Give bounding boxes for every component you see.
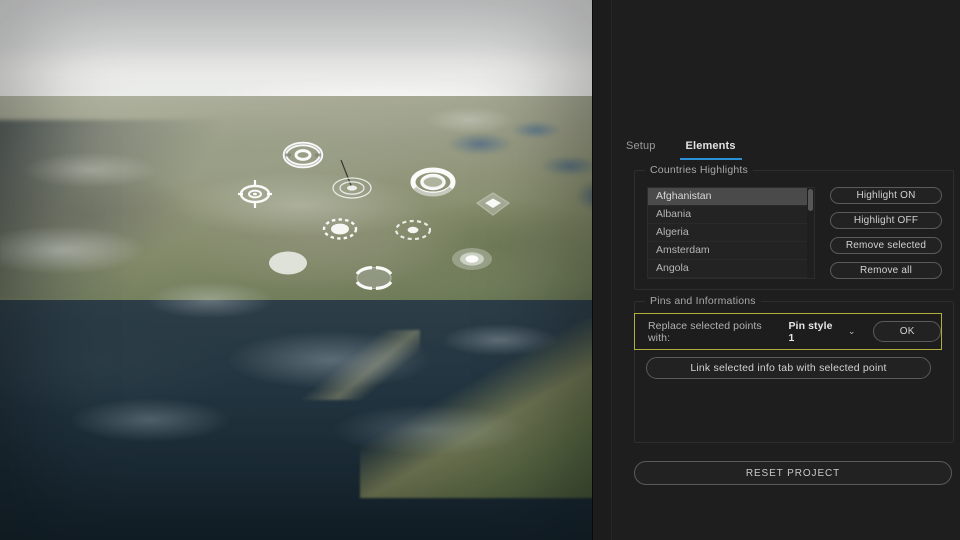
marker-radar-antenna[interactable] xyxy=(328,159,376,212)
marker-plain-disc[interactable] xyxy=(266,246,310,280)
tab-elements[interactable]: Elements xyxy=(679,138,742,160)
reset-project-button[interactable]: RESET PROJECT xyxy=(634,461,952,485)
link-info-tab-label: Link selected info tab with selected poi… xyxy=(690,362,887,374)
central-america-landmass xyxy=(360,318,592,498)
remove-selected-label: Remove selected xyxy=(845,240,927,251)
tab-setup[interactable]: Setup xyxy=(620,138,662,160)
tab-setup-label: Setup xyxy=(626,140,656,152)
list-item[interactable]: Albania xyxy=(648,206,814,224)
panel-tabs: Setup Elements xyxy=(620,138,742,160)
marker-dashed-ellipse[interactable] xyxy=(392,214,434,246)
tool-panel: Setup Elements Countries Highlights Afgh… xyxy=(592,0,960,540)
chevron-down-icon: ⌄ xyxy=(847,326,856,336)
link-info-tab-button[interactable]: Link selected info tab with selected poi… xyxy=(646,357,931,379)
list-item[interactable]: Arab Emirates xyxy=(648,278,814,279)
replace-points-row: Replace selected points with: Pin style … xyxy=(634,313,942,350)
countries-list[interactable]: Afghanistan Albania Algeria Amsterdam An… xyxy=(647,187,815,279)
globe-viewport[interactable] xyxy=(0,0,592,540)
list-item-label: Angola xyxy=(656,262,689,274)
list-item[interactable]: Amsterdam xyxy=(648,242,814,260)
highlight-on-label: Highlight ON xyxy=(856,190,916,201)
list-item[interactable]: Afghanistan xyxy=(648,188,814,206)
tab-elements-label: Elements xyxy=(685,140,736,152)
countries-highlights-title: Countries Highlights xyxy=(645,164,753,176)
marker-bracket-ring[interactable] xyxy=(410,162,456,202)
list-item-label: Amsterdam xyxy=(656,244,710,256)
marker-bracket-disc[interactable] xyxy=(350,258,398,298)
list-item-label: Algeria xyxy=(656,226,689,238)
marker-ring-donut[interactable] xyxy=(282,135,324,175)
list-item-label: Albania xyxy=(656,208,692,220)
marker-dashed-disc[interactable] xyxy=(320,212,360,246)
highlight-off-label: Highlight OFF xyxy=(853,215,919,226)
mountain-range xyxy=(0,120,220,300)
remove-all-label: Remove all xyxy=(859,265,913,276)
pin-style-value: Pin style 1 xyxy=(788,319,833,344)
marker-glow-dot[interactable] xyxy=(450,242,494,276)
list-item-label: Afghanistan xyxy=(656,190,712,202)
reset-project-label: RESET PROJECT xyxy=(745,467,841,479)
highlight-on-button[interactable]: Highlight ON xyxy=(830,187,942,204)
highlight-off-button[interactable]: Highlight OFF xyxy=(830,212,942,229)
list-item[interactable]: Algeria xyxy=(648,224,814,242)
replace-points-label: Replace selected points with: xyxy=(648,319,762,344)
countries-action-buttons: Highlight ON Highlight OFF Remove select… xyxy=(830,187,942,287)
countries-highlights-group: Countries Highlights Afghanistan Albania… xyxy=(634,164,954,290)
remove-selected-button[interactable]: Remove selected xyxy=(830,237,942,254)
pin-style-select[interactable]: Pin style 1 ⌄ xyxy=(784,318,859,346)
countries-list-scroll-thumb[interactable] xyxy=(808,189,813,211)
tool-panel-inner: Setup Elements Countries Highlights Afgh… xyxy=(611,0,960,540)
ok-button-label: OK xyxy=(899,326,915,337)
marker-crosshair-target[interactable] xyxy=(235,176,275,212)
ok-button[interactable]: OK xyxy=(873,321,941,342)
list-item[interactable]: Angola xyxy=(648,260,814,278)
countries-list-scrollbar[interactable] xyxy=(807,188,814,278)
remove-all-button[interactable]: Remove all xyxy=(830,262,942,279)
marker-square-plate[interactable] xyxy=(472,189,514,225)
application-window: Setup Elements Countries Highlights Afgh… xyxy=(0,0,960,540)
pins-and-informations-title: Pins and Informations xyxy=(645,295,761,307)
